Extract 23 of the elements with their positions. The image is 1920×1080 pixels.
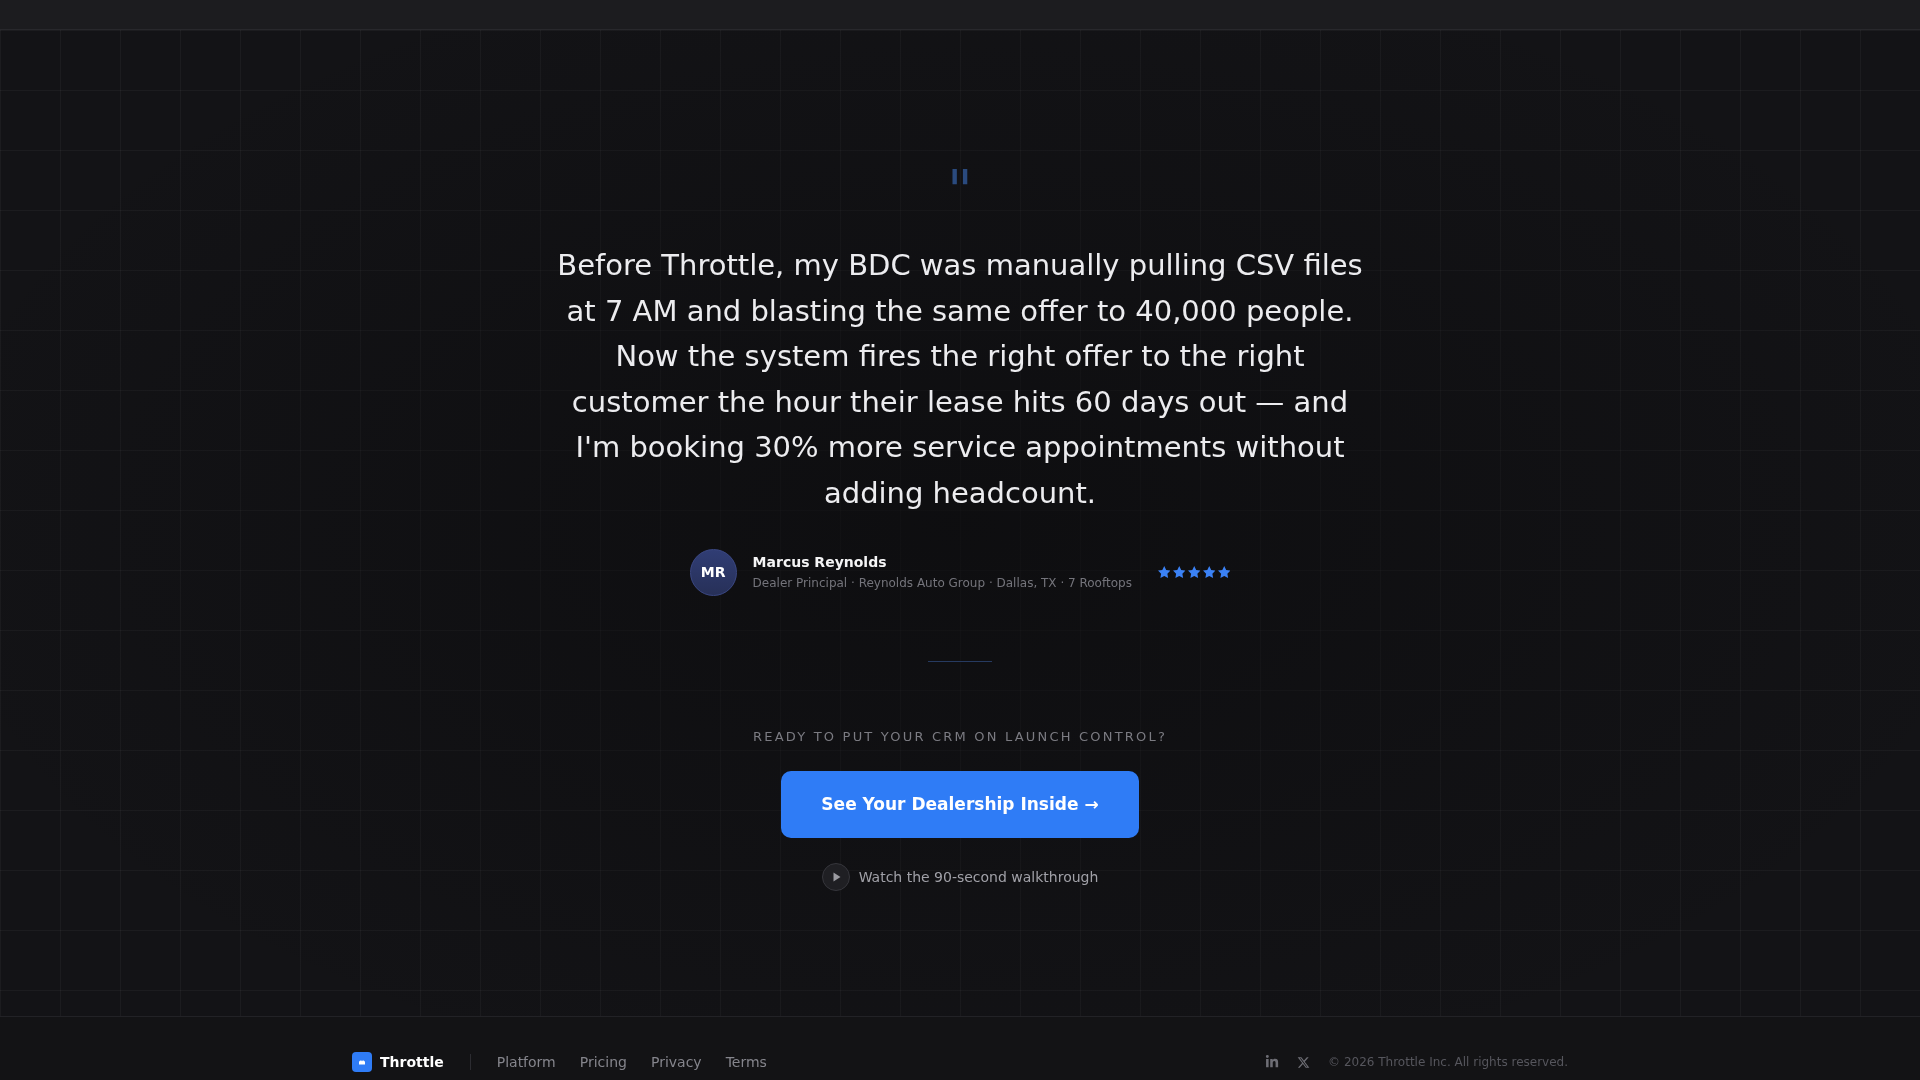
play-icon	[821, 862, 850, 891]
testimonial-quote: Before Throttle, my BDC was manually pulling CSV files at 7 AM and blasting the same offer to 40,000 people. Now the system fires the right offer to the right customer the hour their lease hits 60 days out — and I'm booking 30% more service appointments without adding headcount.	[556, 247, 1364, 512]
brand-link[interactable]: Throttle	[352, 1052, 444, 1072]
star-icon	[1172, 566, 1186, 579]
walkthrough-link[interactable]: Watch the 90-second walkthrough	[821, 862, 1099, 891]
star-icon	[1202, 566, 1216, 579]
copyright-text: © 2026 Throttle Inc. All rights reserved.	[1328, 1054, 1568, 1071]
author-avatar: MR	[689, 548, 737, 596]
quote-mark: "	[947, 163, 973, 219]
footer-link[interactable]: Pricing	[579, 1052, 627, 1072]
x-logo-icon[interactable]	[1297, 1055, 1311, 1069]
cta-button[interactable]: See Your Dealership Inside →	[781, 770, 1139, 838]
star-icon	[1187, 566, 1201, 579]
star-icon	[1157, 566, 1171, 579]
author-details: Dealer Principal · Reynolds Auto Group · Dallas, TX · 7 Rooftops	[752, 575, 1132, 593]
linkedin-icon[interactable]	[1265, 1055, 1280, 1069]
footer-link[interactable]: Terms	[725, 1052, 767, 1072]
star-icon	[1217, 566, 1231, 579]
footer-link[interactable]: Platform	[496, 1052, 556, 1072]
footer-link[interactable]: Privacy	[650, 1052, 702, 1072]
logo-icon	[352, 1052, 372, 1072]
author-name: Marcus Reynolds	[752, 553, 888, 573]
cta-eyebrow: READY TO PUT YOUR CRM ON LAUNCH CONTROL?	[753, 727, 1167, 746]
